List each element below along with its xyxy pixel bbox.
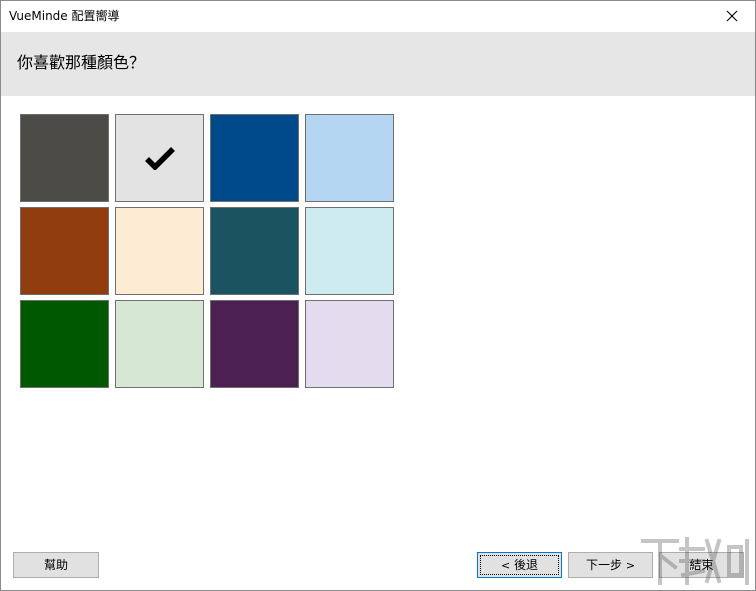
color-swatch-grid — [20, 114, 394, 388]
color-swatch-7[interactable] — [210, 207, 299, 295]
help-button-label: 幫助 — [43, 558, 68, 572]
help-button[interactable]: 幫助 — [13, 552, 99, 578]
chevron-right-icon: > — [625, 559, 636, 572]
next-button[interactable]: 下一步 > — [568, 552, 653, 578]
color-swatch-1[interactable] — [20, 114, 109, 202]
chevron-left-icon: < — [500, 559, 511, 572]
color-swatch-12[interactable] — [305, 300, 394, 388]
color-swatch-8[interactable] — [305, 207, 394, 295]
configuration-wizard-window: VueMinde 配置嚮導 你喜歡那種顏色？ 幫助 < 後退 下一步 > 結束 — [0, 0, 756, 591]
title-bar: VueMinde 配置嚮導 — [1, 1, 755, 31]
color-swatch-6[interactable] — [115, 207, 204, 295]
close-button[interactable] — [709, 1, 755, 31]
color-swatch-10[interactable] — [115, 300, 204, 388]
wizard-header: 你喜歡那種顏色？ — [1, 32, 755, 96]
back-button[interactable]: < 後退 — [477, 552, 562, 578]
color-swatch-3[interactable] — [210, 114, 299, 202]
close-icon — [726, 10, 738, 22]
window-title: VueMinde 配置嚮導 — [9, 9, 120, 23]
color-swatch-9[interactable] — [20, 300, 109, 388]
checkmark-icon — [145, 147, 175, 170]
next-button-label: 下一步 — [585, 558, 622, 572]
color-swatch-5[interactable] — [20, 207, 109, 295]
color-swatch-4[interactable] — [305, 114, 394, 202]
back-button-label: 後退 — [514, 558, 539, 572]
finish-button-label: 結束 — [689, 558, 714, 572]
color-swatch-2[interactable] — [115, 114, 204, 202]
finish-button[interactable]: 結束 — [659, 552, 744, 578]
color-swatch-11[interactable] — [210, 300, 299, 388]
page-question: 你喜歡那種顏色？ — [17, 53, 146, 72]
